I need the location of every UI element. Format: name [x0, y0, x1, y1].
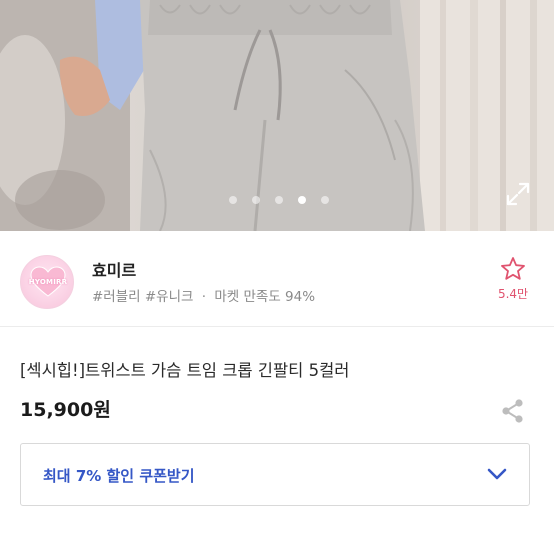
share-icon[interactable]	[500, 398, 526, 424]
shop-logo[interactable]: HYOMIRR	[20, 255, 74, 309]
shop-satisfaction: 마켓 만족도 94%	[214, 289, 316, 305]
star-outline-icon	[501, 257, 525, 280]
pagination-dot[interactable]	[229, 196, 237, 204]
product-price: 15,900원	[20, 399, 111, 421]
shop-tag[interactable]: #러블리	[92, 289, 141, 305]
product-title: [섹시힙!]트위스트 가슴 트임 크롭 긴팔티 5컬러	[20, 361, 350, 380]
pagination-dot[interactable]	[252, 196, 260, 204]
favorite-button[interactable]: 5.4만	[492, 256, 534, 302]
shop-logo-text: HYOMIRR	[28, 278, 68, 286]
product-photo[interactable]	[0, 0, 554, 231]
favorite-count: 5.4만	[497, 287, 529, 301]
meta-separator: ·	[201, 289, 207, 305]
coupon-button[interactable]: 최대 7% 할인 쿠폰받기	[20, 443, 530, 506]
pagination-dot-active[interactable]	[298, 196, 306, 204]
pagination-dot[interactable]	[275, 196, 283, 204]
shop-info: HYOMIRR 효미르 #러블리 #유니크 · 마켓 만족도 94% 5.4만	[0, 231, 554, 327]
expand-icon[interactable]	[505, 181, 531, 207]
coupon-label: 최대 7% 할인 쿠폰받기	[43, 467, 195, 485]
gallery-pagination	[0, 193, 554, 207]
shop-tag[interactable]: #유니크	[145, 289, 194, 305]
shop-meta: #러블리 #유니크 · 마켓 만족도 94%	[92, 285, 315, 305]
chevron-down-icon	[487, 468, 507, 480]
pagination-dot[interactable]	[321, 196, 329, 204]
shop-name[interactable]: 효미르	[92, 257, 136, 281]
